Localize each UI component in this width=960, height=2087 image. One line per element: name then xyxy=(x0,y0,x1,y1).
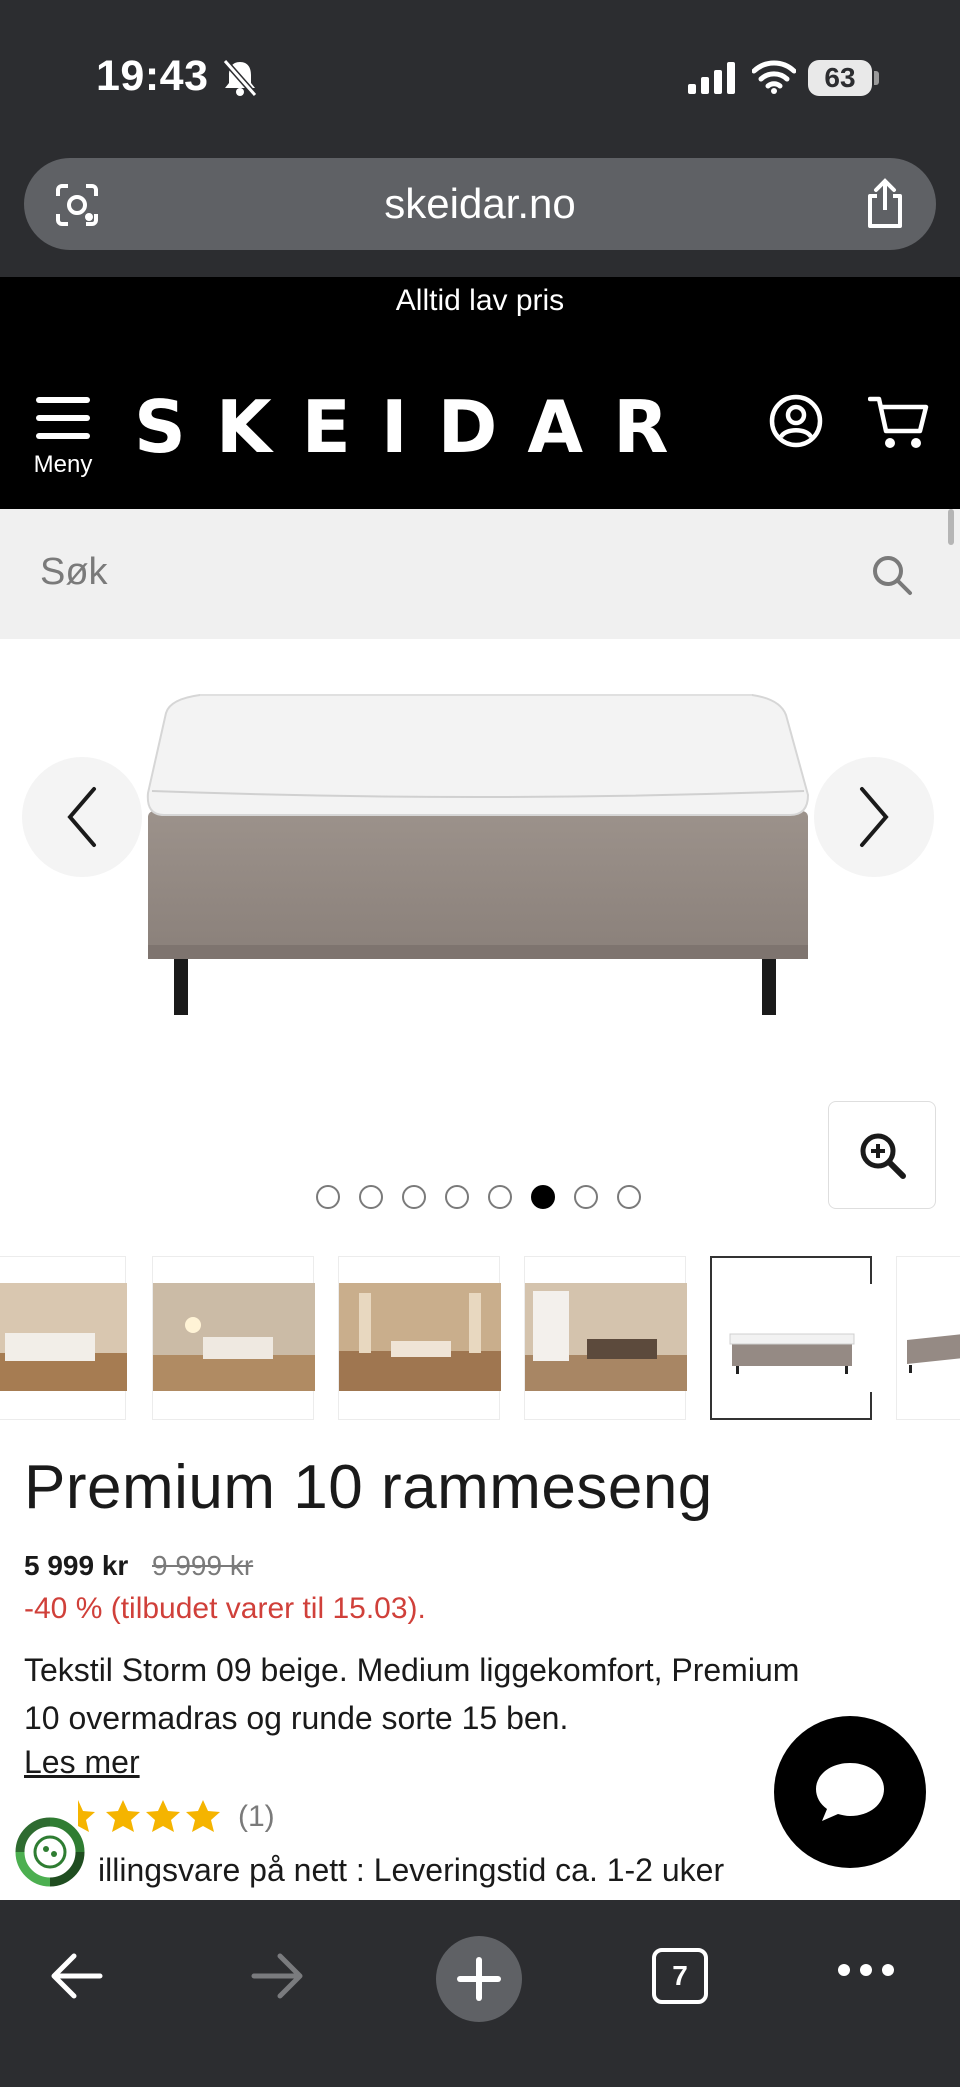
product-old-price: 9 999 kr xyxy=(152,1550,254,1581)
thumbnail[interactable] xyxy=(152,1256,315,1420)
forward-arrow-icon[interactable] xyxy=(248,1946,308,2006)
read-more-link[interactable]: Les mer xyxy=(24,1744,140,1781)
star-icon xyxy=(146,1800,180,1832)
gallery-prev-button[interactable] xyxy=(22,757,142,877)
pagination-dot[interactable] xyxy=(617,1185,641,1209)
zoom-in-icon xyxy=(860,1133,906,1179)
url-text[interactable]: skeidar.no xyxy=(24,180,936,228)
site-header: Meny SKEIDAR xyxy=(0,337,960,509)
hamburger-icon xyxy=(28,397,98,439)
rating-stars[interactable]: (1) xyxy=(78,1800,275,1834)
pagination-dot[interactable] xyxy=(359,1185,383,1209)
chevron-left-icon xyxy=(67,787,96,847)
zoom-button[interactable] xyxy=(828,1101,936,1209)
delivery-info: illingsvare på nett : Leveringstid ca. 1… xyxy=(98,1852,725,1888)
pagination-dot[interactable] xyxy=(402,1185,426,1209)
more-icon[interactable] xyxy=(836,1962,896,1978)
site-logo[interactable]: SKEIDAR xyxy=(134,385,699,469)
share-icon[interactable] xyxy=(864,178,906,230)
pagination-dot[interactable] xyxy=(574,1185,598,1209)
signal-icon xyxy=(688,62,735,94)
product-title: Premium 10 rammeseng xyxy=(24,1453,713,1522)
thumbnail[interactable] xyxy=(524,1256,687,1420)
pagination-dot-active[interactable] xyxy=(531,1185,555,1209)
pagination-dot[interactable] xyxy=(488,1185,512,1209)
thumbnail-strip[interactable] xyxy=(0,1256,960,1420)
promo-bar: Alltid lav pris xyxy=(0,277,960,337)
browser-top-bar: 19:43 63 skeidar.no xyxy=(0,0,960,277)
search-icon[interactable] xyxy=(870,553,914,597)
thumbnail-active[interactable] xyxy=(710,1256,872,1420)
chat-button[interactable] xyxy=(774,1716,926,1868)
thumbnail[interactable] xyxy=(896,1256,960,1420)
product-price: 5 999 kr xyxy=(24,1550,129,1581)
battery-indicator: 63 xyxy=(808,60,872,96)
scrollbar[interactable] xyxy=(948,509,954,545)
chat-icon xyxy=(816,1763,884,1821)
search-input[interactable]: Søk xyxy=(40,551,108,594)
star-icon xyxy=(106,1800,140,1832)
menu-button[interactable]: Meny xyxy=(28,397,98,489)
star-icon xyxy=(186,1800,220,1832)
menu-label: Meny xyxy=(33,451,93,478)
pagination-dot[interactable] xyxy=(316,1185,340,1209)
wifi-icon xyxy=(752,60,796,94)
battery-nub xyxy=(874,71,879,85)
product-description: Tekstil Storm 09 beige. Medium liggekomf… xyxy=(24,1652,800,1736)
silent-bell-icon xyxy=(222,59,258,97)
tabs-button[interactable]: 7 xyxy=(652,1948,708,2004)
address-bar[interactable]: skeidar.no xyxy=(24,158,936,250)
new-tab-button[interactable] xyxy=(436,1936,522,2022)
gallery-pagination xyxy=(316,1185,641,1209)
thumbnail[interactable] xyxy=(0,1256,127,1420)
cart-icon[interactable] xyxy=(868,393,930,451)
back-arrow-icon[interactable] xyxy=(46,1946,106,2006)
pagination-dot[interactable] xyxy=(445,1185,469,1209)
search-bar[interactable]: Søk xyxy=(0,509,960,639)
plus-icon xyxy=(457,1957,501,2001)
gallery-next-button[interactable] xyxy=(814,757,934,877)
product-gallery xyxy=(0,639,960,1259)
status-time: 19:43 xyxy=(96,52,209,100)
browser-bottom-bar: 7 xyxy=(0,1900,960,2087)
chevron-right-icon xyxy=(860,787,889,847)
thumbnail[interactable] xyxy=(338,1256,501,1420)
eco-badge-icon[interactable] xyxy=(14,1816,86,1888)
rating-count: (1) xyxy=(238,1800,275,1833)
account-icon[interactable] xyxy=(768,393,824,449)
discount-text: -40 % (tilbudet varer til 15.03). xyxy=(24,1592,426,1625)
product-image xyxy=(146,694,810,1015)
